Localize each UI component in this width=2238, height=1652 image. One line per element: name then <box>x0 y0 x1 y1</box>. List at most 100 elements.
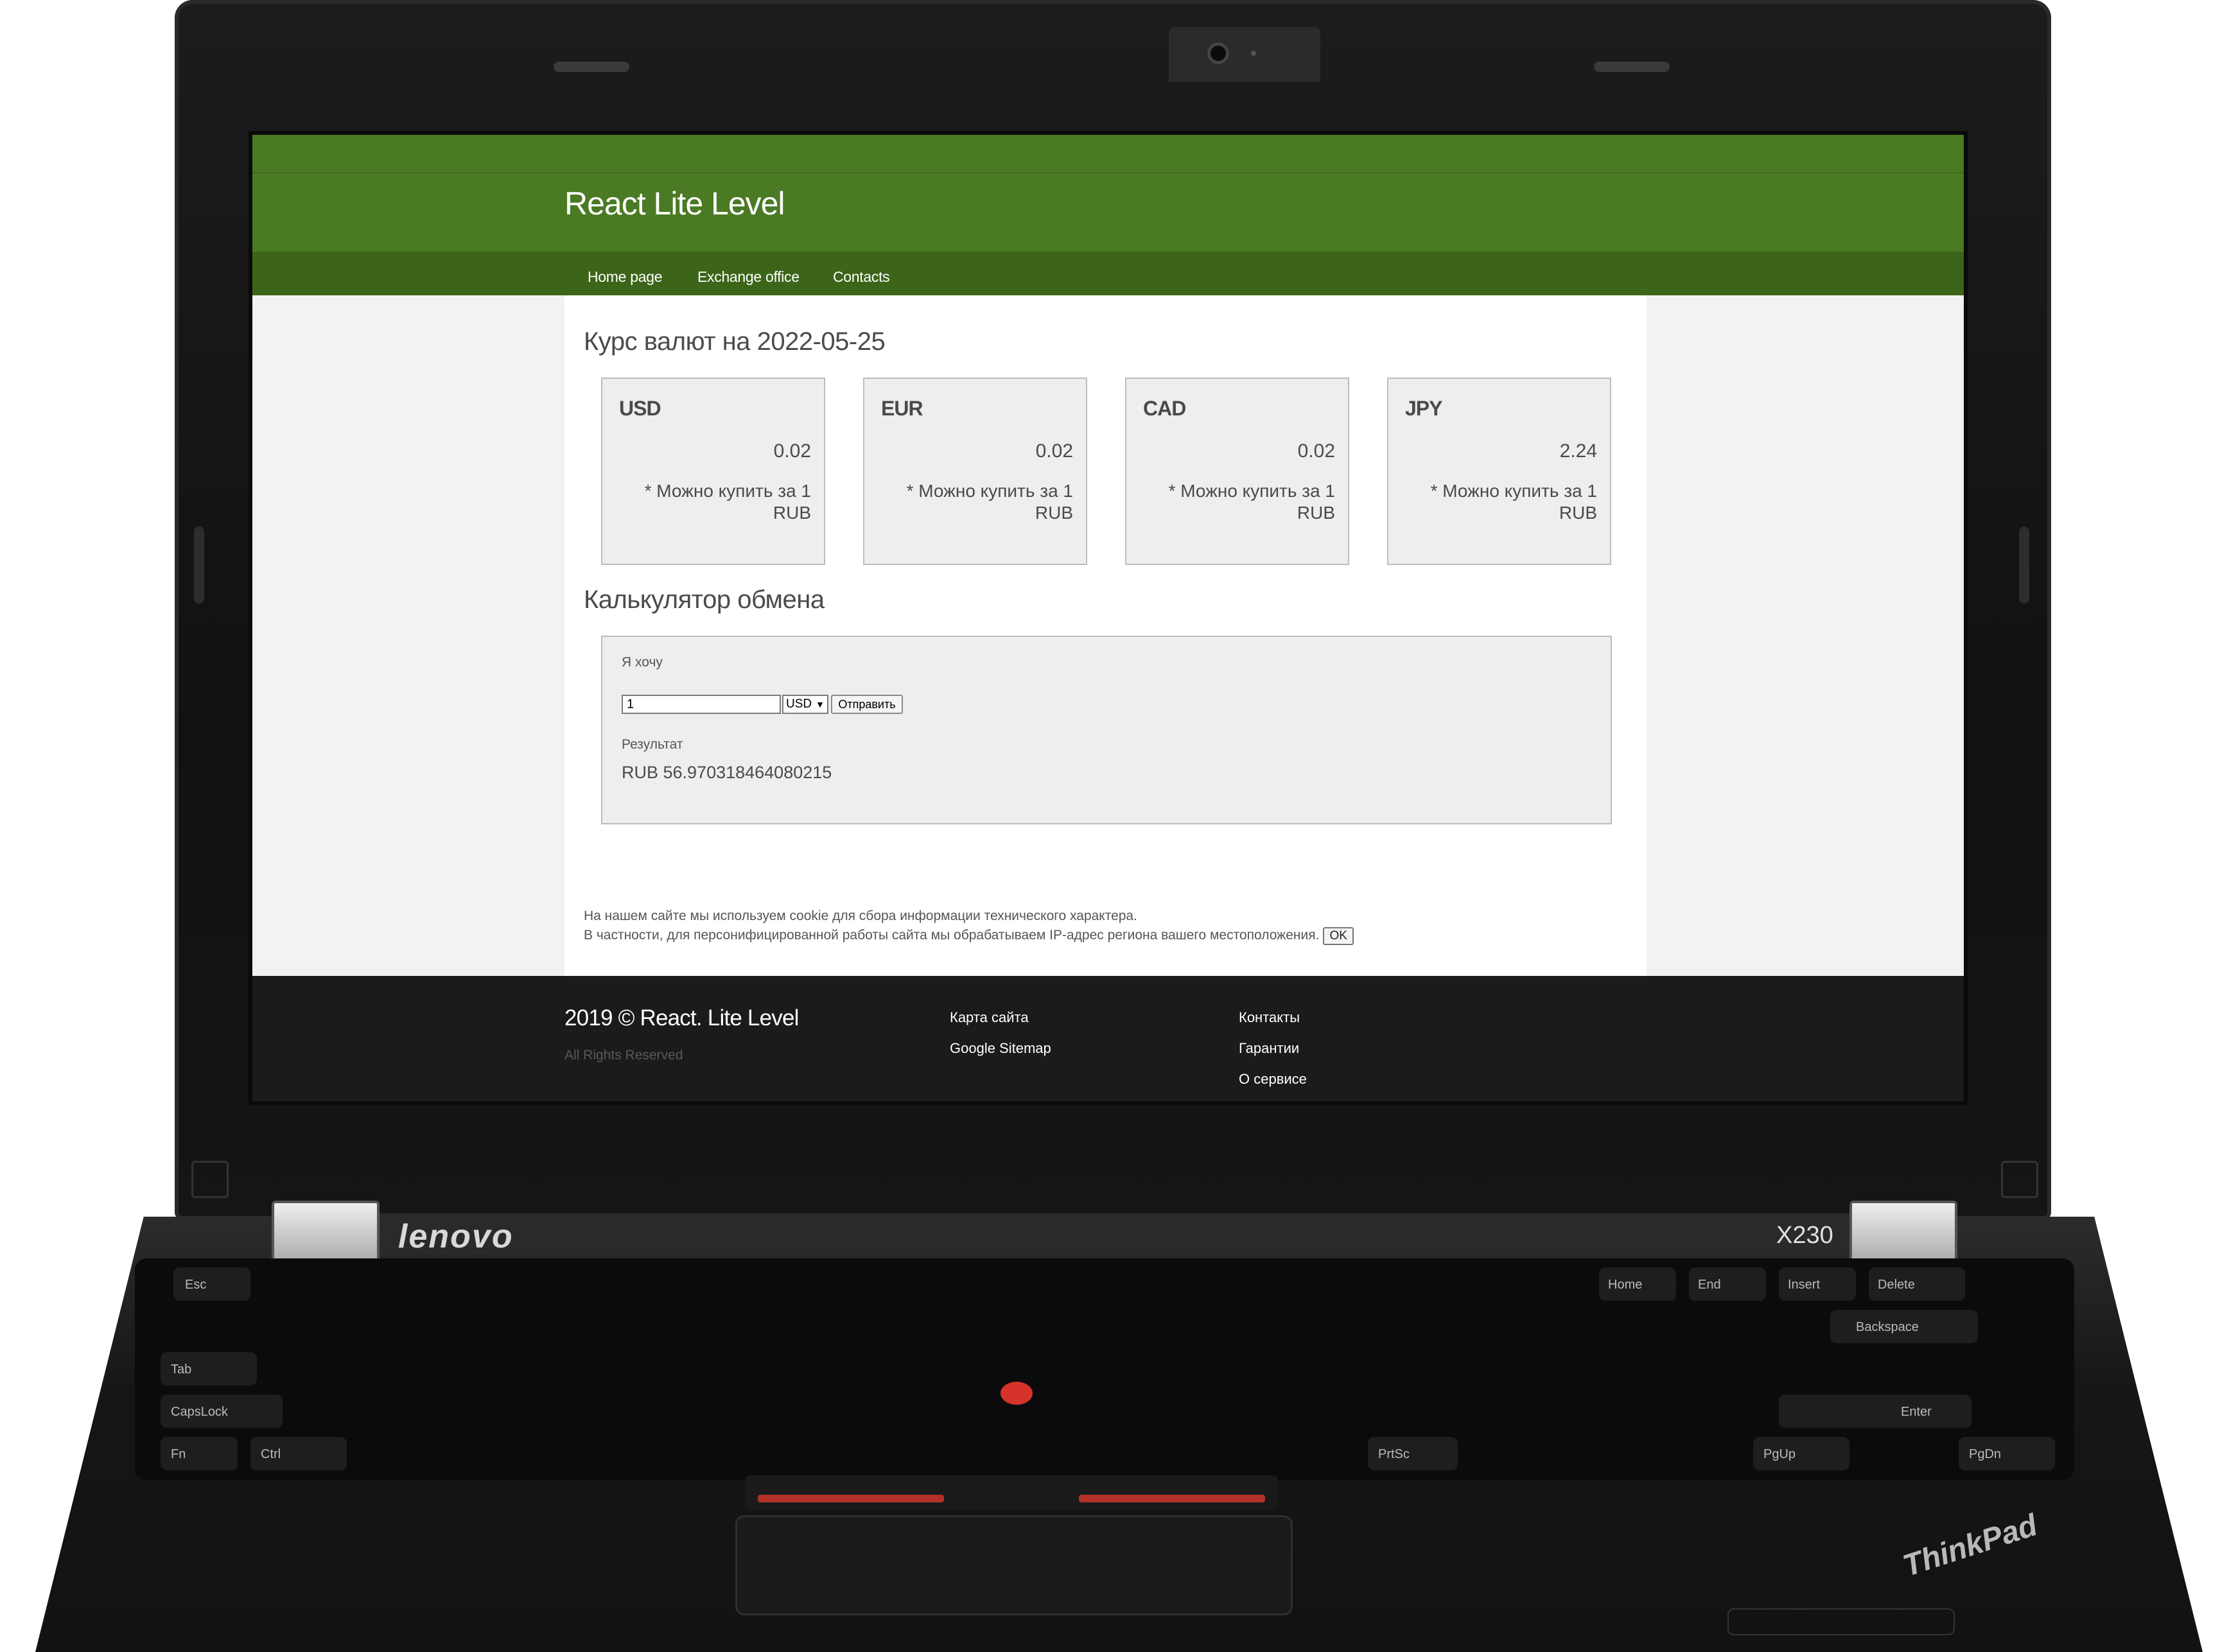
home-row: CapsLock Enter <box>135 1395 2074 1434</box>
rate-note: * Можно купить за 1 RUB <box>1168 481 1335 523</box>
touchpad[interactable] <box>735 1515 1293 1615</box>
key-enter[interactable]: Enter <box>1779 1395 1971 1430</box>
calculator-heading: Калькулятор обмена <box>584 586 825 614</box>
footer-link-contacts[interactable]: Контакты <box>1239 1009 1300 1026</box>
currency-code: USD <box>619 397 661 420</box>
touchpad-right-button-stripe <box>1079 1495 1265 1502</box>
exchange-calculator: Я хочу USD ▼ Отправить Результат RUB 56.… <box>601 636 1612 824</box>
key-label: PgUp <box>1763 1447 1796 1461</box>
site-brand[interactable]: React Lite Level <box>564 185 785 222</box>
keyboard: Esc Home End Insert Delete Backspace Tab… <box>135 1258 2074 1480</box>
lenovo-logo: lenovo <box>398 1218 514 1255</box>
palmrest-vent <box>1727 1608 1955 1635</box>
touchpad-left-button-stripe <box>758 1495 944 1502</box>
rate-card-cad: CAD 0.02 * Можно купить за 1 RUB <box>1125 378 1349 565</box>
bottom-row: Fn Ctrl PrtSc PgUp PgDn <box>135 1437 2074 1477</box>
model-label: X230 <box>1776 1222 1833 1249</box>
key-tab[interactable]: Tab <box>161 1352 257 1388</box>
cookie-text-line1: На нашем сайте мы используем cookie для … <box>584 909 1137 923</box>
footer-link-guarantees[interactable]: Гарантии <box>1239 1040 1299 1057</box>
key-label: Enter <box>1901 1405 1932 1419</box>
bezel-mark-right <box>2001 1161 2038 1198</box>
result-value: RUB 56.970318464080215 <box>622 763 832 782</box>
rate-card-usd: USD 0.02 * Можно купить за 1 RUB <box>601 378 825 565</box>
site-header: React Lite Level Home page Exchange offi… <box>252 135 1964 295</box>
key-label: Ctrl <box>261 1447 281 1461</box>
rate-note: * Можно купить за 1 RUB <box>1430 481 1597 523</box>
footer-link-google-sitemap[interactable]: Google Sitemap <box>950 1040 1051 1057</box>
key-label: Backspace <box>1856 1320 1919 1334</box>
trackpoint[interactable] <box>1001 1382 1033 1405</box>
currency-select-value: USD <box>786 697 812 711</box>
currency-rate: 0.02 <box>773 440 811 462</box>
webcam-indicator <box>1251 51 1256 56</box>
key-label: Tab <box>171 1362 192 1377</box>
want-label: Я хочу <box>622 655 663 670</box>
key-pgdn[interactable]: PgDn <box>1959 1437 2055 1473</box>
site-footer: 2019 © React. Lite Level All Rights Rese… <box>252 976 1964 1101</box>
amount-input[interactable] <box>622 695 781 714</box>
cookie-notice: На нашем сайте мы используем cookie для … <box>584 907 1354 945</box>
header-divider <box>252 172 1964 173</box>
cookie-text-line2: В частности, для персонифицированной раб… <box>584 926 1354 945</box>
number-row: Backspace <box>135 1310 2074 1350</box>
key-label: PrtSc <box>1378 1447 1410 1461</box>
currency-code: EUR <box>881 397 923 420</box>
footer-copyright: 2019 © React. Lite Level <box>564 1005 799 1030</box>
hinge-strip <box>375 1213 1852 1255</box>
key-label: Fn <box>171 1447 186 1461</box>
nav-home[interactable]: Home page <box>588 268 663 286</box>
key-end[interactable]: End <box>1689 1267 1766 1303</box>
key-insert[interactable]: Insert <box>1779 1267 1856 1303</box>
currency-code: CAD <box>1143 397 1186 420</box>
key-prtsc[interactable]: PrtSc <box>1368 1437 1458 1473</box>
hinge-right <box>1849 1201 1957 1265</box>
nav-exchange-office[interactable]: Exchange office <box>697 268 800 286</box>
footer-rights: All Rights Reserved <box>564 1048 683 1063</box>
key-ctrl-left[interactable]: Ctrl <box>250 1437 347 1473</box>
bezel-mark-left <box>191 1161 229 1198</box>
key-label: PgDn <box>1969 1447 2002 1461</box>
lid-bumper-right <box>2019 526 2029 604</box>
result-label: Результат <box>622 737 683 752</box>
currency-rate: 0.02 <box>1035 440 1073 462</box>
webcam-housing <box>1169 27 1320 82</box>
key-label: End <box>1698 1278 1721 1292</box>
rate-card-eur: EUR 0.02 * Можно купить за 1 RUB <box>863 378 1087 565</box>
key-esc[interactable]: Esc <box>173 1267 250 1303</box>
submit-button[interactable]: Отправить <box>831 695 903 714</box>
qwerty-row: Tab <box>135 1352 2074 1392</box>
currency-rate: 2.24 <box>1559 440 1597 462</box>
cookie-text-line2-text: В частности, для персонифицированной раб… <box>584 928 1320 943</box>
function-row: Esc Home End Insert Delete <box>135 1267 2074 1307</box>
key-backspace[interactable]: Backspace <box>1830 1310 1978 1346</box>
screen: React Lite Level Home page Exchange offi… <box>252 135 1964 1101</box>
key-label: Home <box>1608 1278 1643 1292</box>
footer-link-about[interactable]: О сервисе <box>1239 1071 1307 1088</box>
lid-latch-right <box>1594 62 1670 72</box>
key-label: Delete <box>1878 1278 1915 1292</box>
main-nav: Home page Exchange office Contacts <box>252 252 1964 295</box>
key-pgup[interactable]: PgUp <box>1753 1437 1849 1473</box>
key-fn[interactable]: Fn <box>161 1437 238 1473</box>
lid-bumper-left <box>194 526 204 604</box>
key-label: CapsLock <box>171 1405 228 1419</box>
key-capslock[interactable]: CapsLock <box>161 1395 283 1430</box>
key-label: Esc <box>185 1278 207 1292</box>
key-label: Insert <box>1788 1278 1821 1292</box>
rate-note: * Можно купить за 1 RUB <box>906 481 1073 523</box>
cookie-ok-button[interactable]: OK <box>1323 927 1354 945</box>
rates-heading: Курс валют на 2022-05-25 <box>584 327 886 356</box>
currency-code: JPY <box>1405 397 1442 420</box>
key-delete[interactable]: Delete <box>1869 1267 1965 1303</box>
lid-latch-left <box>554 62 629 72</box>
currency-select[interactable]: USD ▼ <box>782 695 828 714</box>
nav-contacts[interactable]: Contacts <box>833 268 890 286</box>
touchpad-buttons[interactable] <box>745 1475 1278 1510</box>
hinge-left <box>272 1201 380 1265</box>
footer-link-sitemap[interactable]: Карта сайта <box>950 1009 1029 1026</box>
rate-card-jpy: JPY 2.24 * Можно купить за 1 RUB <box>1387 378 1611 565</box>
key-home[interactable]: Home <box>1599 1267 1676 1303</box>
chevron-down-icon: ▼ <box>816 699 825 709</box>
rate-note: * Можно купить за 1 RUB <box>644 481 811 523</box>
